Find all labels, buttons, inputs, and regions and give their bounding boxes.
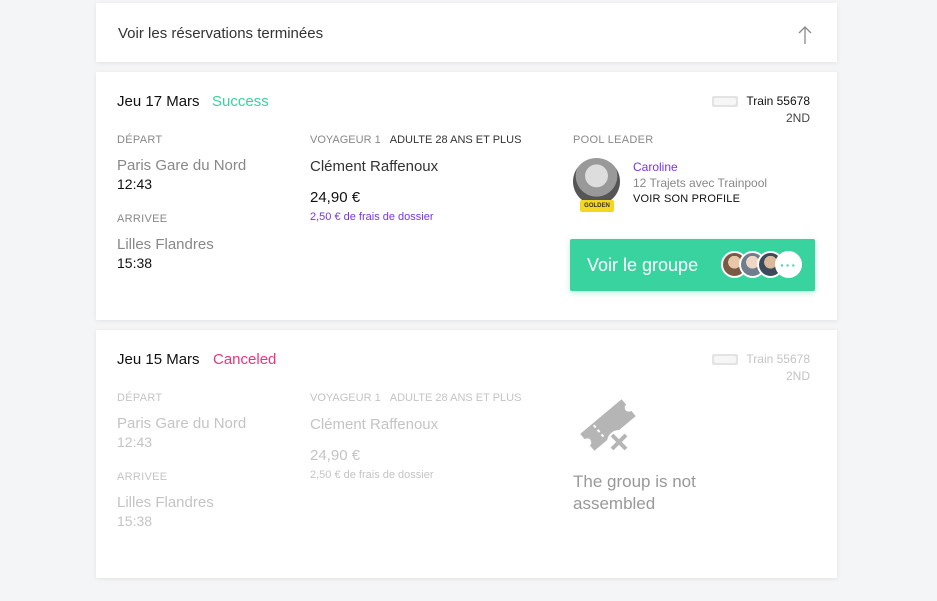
traveller-name: Clément Raffenoux [310, 158, 439, 175]
traveller-category: ADULTE 28 ANS ET PLUS [389, 134, 522, 146]
booking-fees: 2,50 € de frais de dossier [310, 469, 434, 481]
pool-leader-label: POOL LEADER [573, 134, 654, 146]
arrival-label: ARRIVEE [117, 213, 168, 225]
arrow-up-icon[interactable] [797, 25, 813, 45]
traveller-column: VOYAGEUR 1 ADULTE 28 ANS ET PLUS Clément… [310, 134, 521, 223]
more-members-icon: ··· [775, 251, 802, 278]
train-number: Train 55678 [746, 352, 810, 366]
traveller-category: ADULTE 28 ANS ET PLUS [389, 392, 522, 404]
finished-bookings-toggle[interactable]: Voir les réservations terminées [96, 3, 837, 62]
train-number: Train 55678 [746, 94, 810, 108]
booking-card: Jeu 15 Mars Canceled Train 55678 2ND DÉP… [96, 330, 837, 578]
arrival-station: Lilles Flandres [117, 494, 214, 511]
departure-time: 12:43 [117, 434, 153, 450]
finished-bookings-label: Voir les réservations terminées [118, 25, 324, 42]
ticket-cancel-icon [580, 399, 636, 454]
not-assembled-text: The group is not assembled [573, 472, 696, 513]
arrival-label: ARRIVEE [117, 471, 168, 483]
booking-fees: 2,50 € de frais de dossier [310, 211, 434, 223]
pool-leader-column: POOL LEADER GOLDEN Caroline 12 Trajets a… [573, 134, 768, 212]
price: 24,90 € [310, 447, 361, 464]
view-group-button[interactable]: Voir le groupe ··· [570, 239, 815, 291]
leader-trips: 12 Trajets avec Trainpool [633, 176, 768, 190]
departure-station: Paris Gare du Nord [117, 415, 247, 432]
traveller-label: VOYAGEUR 1 [310, 134, 381, 146]
traveller-name: Clément Raffenoux [310, 416, 439, 433]
traveller-label: VOYAGEUR 1 [310, 392, 381, 404]
booking-date: Jeu 15 Mars [117, 351, 200, 368]
arrival-time: 15:38 [117, 513, 153, 529]
arrival-time: 15:38 [117, 255, 153, 271]
golden-badge: GOLDEN [580, 200, 614, 212]
traveller-column: VOYAGEUR 1 ADULTE 28 ANS ET PLUS Clément… [310, 392, 521, 481]
booking-card: Jeu 17 Mars Success Train 55678 2ND DÉPA… [96, 72, 837, 320]
group-not-assembled: The group is not assembled [573, 390, 723, 515]
train-info: Train 55678 2ND [712, 94, 810, 125]
leader-avatar[interactable]: GOLDEN [573, 158, 620, 212]
group-avatars: ··· [721, 251, 802, 278]
departure-label: DÉPART [117, 134, 163, 146]
status-badge: Canceled [213, 351, 277, 368]
train-info: Train 55678 2ND [712, 352, 810, 383]
status-badge: Success [212, 93, 269, 110]
train-class: 2ND [785, 369, 810, 383]
journey-column: DÉPART Paris Gare du Nord 12:43 ARRIVEE … [117, 134, 246, 271]
view-profile-link[interactable]: VOIR SON PROFILE [633, 193, 767, 205]
sncf-logo-icon [712, 353, 739, 365]
price: 24,90 € [310, 189, 361, 206]
leader-name[interactable]: Caroline [633, 160, 767, 174]
arrival-station: Lilles Flandres [117, 236, 214, 253]
departure-station: Paris Gare du Nord [117, 157, 247, 174]
train-class: 2ND [785, 111, 810, 125]
journey-column: DÉPART Paris Gare du Nord 12:43 ARRIVEE … [117, 392, 246, 529]
booking-date: Jeu 17 Mars [117, 93, 200, 110]
sncf-logo-icon [712, 95, 739, 107]
view-group-label: Voir le groupe [587, 254, 699, 275]
departure-time: 12:43 [117, 176, 153, 192]
departure-label: DÉPART [117, 392, 163, 404]
